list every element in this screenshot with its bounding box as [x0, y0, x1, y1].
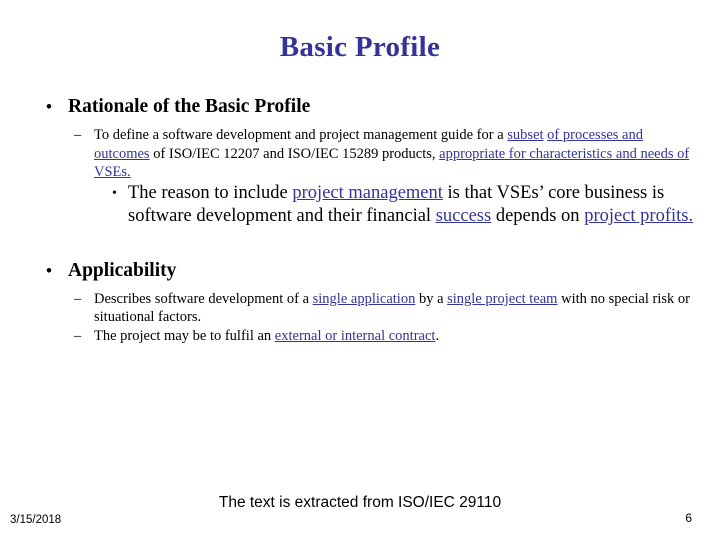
bullet-level1-label: Rationale of the Basic Profile — [68, 96, 311, 117]
footer-note: The text is extracted from ISO/IEC 29110 — [218, 494, 502, 511]
link-run[interactable]: success — [436, 206, 491, 226]
bullet-level2-text: The project may be to fulfil an external… — [94, 328, 439, 344]
dash-marker-icon: – — [74, 127, 82, 143]
link-run[interactable]: subset — [507, 127, 543, 143]
text-run: To define a software development and pro… — [94, 127, 508, 143]
page-title: Basic Profile — [279, 31, 441, 63]
slide-body: • Rationale of the Basic Profile – To de… — [22, 94, 698, 346]
link-run[interactable]: single application — [313, 291, 416, 307]
text-run: . — [435, 327, 440, 344]
text-run: by a — [415, 290, 448, 307]
bullet-marker-icon: • — [46, 260, 52, 280]
footer-page-number: 6 — [685, 511, 692, 525]
text-run: of ISO/IEC 12207 and ISO/IEC 15289 produ… — [149, 145, 440, 162]
bullet-level2-rationale-define: – To define a software development and p… — [22, 126, 698, 182]
link-run[interactable]: external or internal contract — [275, 328, 436, 344]
dash-marker-icon: – — [74, 327, 82, 344]
slide-canvas: Basic Profile • Rationale of the Basic P… — [0, 0, 720, 540]
link-run[interactable]: project profits. — [584, 206, 693, 226]
link-run[interactable]: single project team — [447, 291, 557, 307]
bullet-level1-label: Applicability — [68, 259, 177, 281]
bullet-level2-applicability-describes: – Describes software development of a si… — [22, 290, 698, 327]
link-run[interactable]: project management — [292, 183, 443, 203]
bullet-level3-reason: • The reason to include project manageme… — [22, 182, 698, 228]
bullet-level2-text: Describes software development of a sing… — [94, 291, 690, 326]
dash-marker-icon: – — [74, 290, 82, 307]
bullet-level2-text: To define a software development and pro… — [94, 127, 689, 180]
text-run: Describes software development of a — [94, 290, 313, 307]
text-run: The reason to include — [128, 182, 293, 203]
bullet-level3-text: The reason to include project management… — [128, 183, 693, 226]
bullet-level1-applicability: • Applicability — [22, 258, 698, 283]
bullet-level1-rationale: • Rationale of the Basic Profile — [22, 94, 698, 119]
footer-date: 3/15/2018 — [10, 514, 62, 526]
text-run: depends on — [491, 205, 585, 226]
bullet-level2-applicability-contract: – The project may be to fulfil an extern… — [22, 327, 698, 346]
text-run: The project may be to fulfil an — [94, 327, 275, 344]
bullet-marker-icon: • — [112, 185, 117, 201]
bullet-marker-icon: • — [46, 97, 52, 116]
